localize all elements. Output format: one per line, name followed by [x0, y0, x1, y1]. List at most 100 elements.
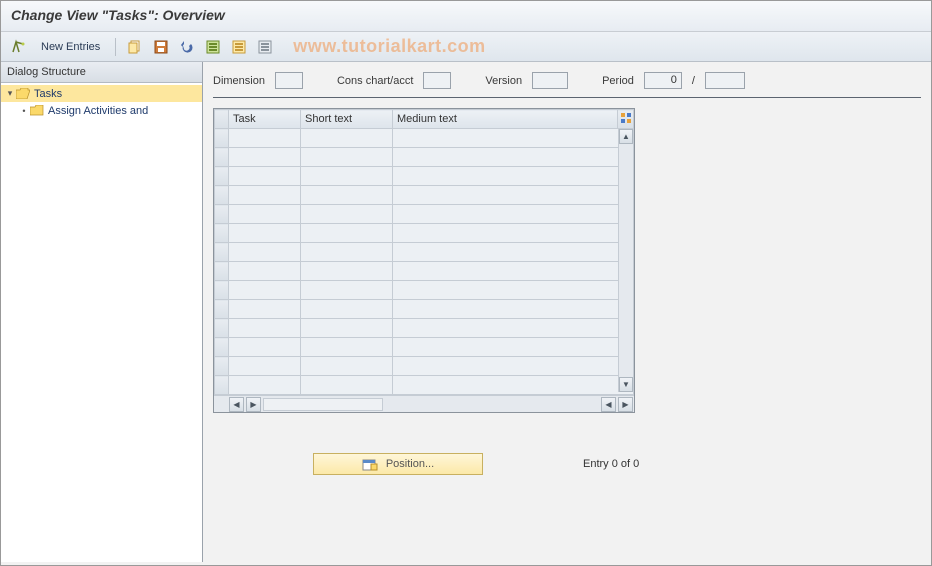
- col-task[interactable]: Task: [229, 110, 301, 129]
- row-selector[interactable]: [215, 148, 229, 167]
- row-selector[interactable]: [215, 376, 229, 395]
- table-row[interactable]: [215, 281, 634, 300]
- cell-medium-text[interactable]: [393, 338, 634, 357]
- cell-short-text[interactable]: [301, 376, 393, 395]
- period-year-field[interactable]: [705, 72, 745, 89]
- cell-short-text[interactable]: [301, 243, 393, 262]
- scroll-first-icon[interactable]: ◀: [229, 397, 244, 412]
- table-row[interactable]: [215, 186, 634, 205]
- version-field[interactable]: [532, 72, 568, 89]
- cell-medium-text[interactable]: [393, 186, 634, 205]
- cell-medium-text[interactable]: [393, 376, 634, 395]
- cell-task[interactable]: [229, 243, 301, 262]
- cell-task[interactable]: [229, 338, 301, 357]
- cell-task[interactable]: [229, 129, 301, 148]
- col-short-text[interactable]: Short text: [301, 110, 393, 129]
- table-row[interactable]: [215, 167, 634, 186]
- scroll-track[interactable]: [263, 398, 383, 411]
- cell-task[interactable]: [229, 376, 301, 395]
- tree-node-tasks[interactable]: ▾ Tasks: [1, 85, 202, 102]
- cell-task[interactable]: [229, 205, 301, 224]
- table-config-button[interactable]: [618, 110, 634, 129]
- table-row[interactable]: [215, 224, 634, 243]
- save-icon[interactable]: [151, 37, 171, 57]
- cell-short-text[interactable]: [301, 281, 393, 300]
- cell-task[interactable]: [229, 167, 301, 186]
- table-row[interactable]: [215, 300, 634, 319]
- tree-node-assign[interactable]: • Assign Activities and: [1, 102, 202, 119]
- cell-medium-text[interactable]: [393, 262, 634, 281]
- select-all-icon[interactable]: [203, 37, 223, 57]
- dimension-field[interactable]: [275, 72, 303, 89]
- cell-short-text[interactable]: [301, 167, 393, 186]
- row-selector[interactable]: [215, 338, 229, 357]
- cell-task[interactable]: [229, 262, 301, 281]
- table-row[interactable]: [215, 376, 634, 395]
- cell-task[interactable]: [229, 148, 301, 167]
- table-row[interactable]: [215, 262, 634, 281]
- cell-short-text[interactable]: [301, 300, 393, 319]
- row-selector[interactable]: [215, 205, 229, 224]
- cell-short-text[interactable]: [301, 224, 393, 243]
- new-entries-button[interactable]: New Entries: [35, 39, 106, 55]
- copy-icon[interactable]: [125, 37, 145, 57]
- cell-medium-text[interactable]: [393, 224, 634, 243]
- cell-medium-text[interactable]: [393, 129, 634, 148]
- table-corner[interactable]: [215, 110, 229, 129]
- table-row[interactable]: [215, 357, 634, 376]
- toggle-icon[interactable]: [9, 37, 29, 57]
- horizontal-scrollbar[interactable]: ◀ ▶ ◀ ▶: [214, 395, 634, 412]
- row-selector[interactable]: [215, 129, 229, 148]
- row-selector[interactable]: [215, 281, 229, 300]
- tree-collapse-icon[interactable]: ▾: [5, 88, 15, 99]
- cell-task[interactable]: [229, 319, 301, 338]
- period-field[interactable]: 0: [644, 72, 682, 89]
- cell-short-text[interactable]: [301, 205, 393, 224]
- undo-icon[interactable]: [177, 37, 197, 57]
- row-selector[interactable]: [215, 167, 229, 186]
- cell-medium-text[interactable]: [393, 205, 634, 224]
- deselect-all-icon[interactable]: [255, 37, 275, 57]
- cell-short-text[interactable]: [301, 262, 393, 281]
- cell-task[interactable]: [229, 186, 301, 205]
- cell-short-text[interactable]: [301, 129, 393, 148]
- cell-task[interactable]: [229, 281, 301, 300]
- cell-medium-text[interactable]: [393, 300, 634, 319]
- row-selector[interactable]: [215, 300, 229, 319]
- cell-short-text[interactable]: [301, 338, 393, 357]
- cell-medium-text[interactable]: [393, 319, 634, 338]
- cons-field[interactable]: [423, 72, 451, 89]
- cell-medium-text[interactable]: [393, 148, 634, 167]
- cell-task[interactable]: [229, 300, 301, 319]
- col-medium-text[interactable]: Medium text: [393, 110, 618, 129]
- cell-medium-text[interactable]: [393, 167, 634, 186]
- row-selector[interactable]: [215, 243, 229, 262]
- vertical-scrollbar[interactable]: ▲ ▼: [618, 129, 633, 392]
- row-selector[interactable]: [215, 319, 229, 338]
- row-selector[interactable]: [215, 224, 229, 243]
- cell-task[interactable]: [229, 357, 301, 376]
- cell-task[interactable]: [229, 224, 301, 243]
- cell-medium-text[interactable]: [393, 243, 634, 262]
- cell-short-text[interactable]: [301, 186, 393, 205]
- cell-short-text[interactable]: [301, 148, 393, 167]
- table-row[interactable]: [215, 319, 634, 338]
- scroll-up-icon[interactable]: ▲: [619, 129, 633, 144]
- cell-short-text[interactable]: [301, 357, 393, 376]
- select-block-icon[interactable]: [229, 37, 249, 57]
- cell-medium-text[interactable]: [393, 357, 634, 376]
- position-button[interactable]: Position...: [313, 453, 483, 475]
- row-selector[interactable]: [215, 186, 229, 205]
- table-row[interactable]: [215, 129, 634, 148]
- cell-medium-text[interactable]: [393, 281, 634, 300]
- table-row[interactable]: [215, 243, 634, 262]
- scroll-down-icon[interactable]: ▼: [619, 377, 633, 392]
- row-selector[interactable]: [215, 262, 229, 281]
- scroll-left-icon[interactable]: ▶: [246, 397, 261, 412]
- scroll-right-icon[interactable]: ◀: [601, 397, 616, 412]
- cell-short-text[interactable]: [301, 319, 393, 338]
- scroll-last-icon[interactable]: ▶: [618, 397, 633, 412]
- table-row[interactable]: [215, 205, 634, 224]
- table-row[interactable]: [215, 338, 634, 357]
- table-row[interactable]: [215, 148, 634, 167]
